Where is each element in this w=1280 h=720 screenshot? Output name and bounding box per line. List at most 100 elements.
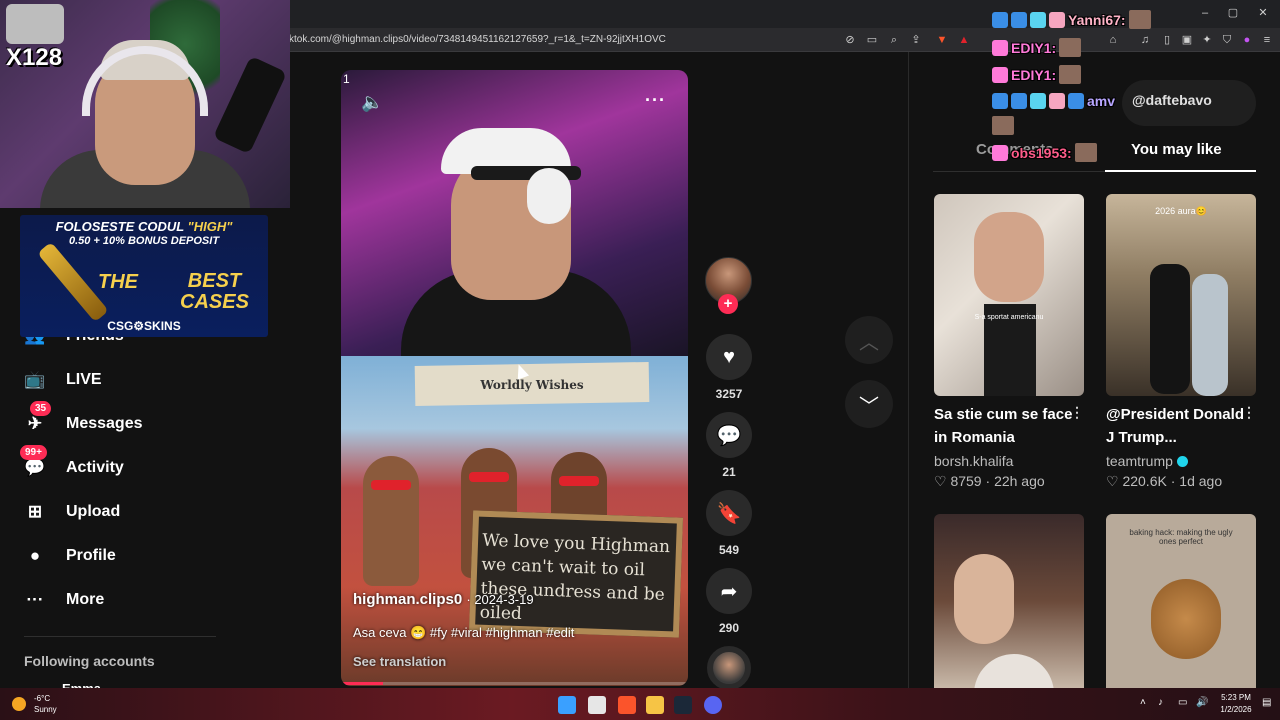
share-button[interactable]: ➦ xyxy=(706,568,752,614)
chat-emote xyxy=(992,116,1014,135)
following-account[interactable]: Emma xyxy=(62,681,101,688)
rewards-icon[interactable]: ▲ xyxy=(957,33,971,47)
weather-sun-icon[interactable] xyxy=(12,697,26,711)
chat-badge-icon xyxy=(1068,93,1084,109)
ad-banner[interactable]: FOLOSESTE CODUL "HIGH" 0.50 + 10% BONUS … xyxy=(20,215,268,337)
sidebar-item-messages[interactable]: ✈ 35 Messages xyxy=(22,401,143,439)
microphone xyxy=(212,55,288,155)
save-button[interactable]: 🔖 xyxy=(706,490,752,536)
profile-ext-icon[interactable]: ● xyxy=(1240,33,1254,47)
sidebar-item-label: Profile xyxy=(66,547,116,564)
video-author[interactable]: highman.clips0 · 2024-3-19 xyxy=(353,591,534,608)
volume-icon[interactable]: 🔈 xyxy=(361,92,383,113)
ad-best-cases: BEST CASES xyxy=(180,270,249,313)
see-translation-link[interactable]: See translation xyxy=(353,654,446,669)
next-video-button[interactable]: ﹀ xyxy=(845,380,893,428)
card-author[interactable]: teamtrump xyxy=(1106,453,1188,469)
start-icon[interactable] xyxy=(558,696,576,714)
video-headphones xyxy=(527,168,571,224)
notification-icon[interactable]: ▤ xyxy=(1262,697,1271,708)
windows-taskbar xyxy=(0,688,1280,720)
minimize-icon[interactable]: – xyxy=(1198,6,1212,20)
video-thumbnail[interactable]: S-a sportat americanu xyxy=(934,194,1084,396)
reader-icon[interactable]: ⊘ xyxy=(843,33,857,47)
brave-icon[interactable] xyxy=(618,696,636,714)
task-view-icon[interactable] xyxy=(588,696,606,714)
comment-count: 21 xyxy=(722,465,736,479)
chat-emote xyxy=(1059,38,1082,57)
card-author[interactable]: borsh.khalifa xyxy=(934,453,1013,469)
card-title[interactable]: @President Donald J Trump... xyxy=(1106,403,1256,449)
ad-the: THE xyxy=(98,271,138,293)
extension-icon[interactable]: ⌂ xyxy=(1106,33,1120,47)
steam-icon[interactable] xyxy=(674,696,692,714)
video-thumbnail[interactable]: 2026 aura😊 xyxy=(1106,194,1256,396)
file-explorer-icon[interactable] xyxy=(646,696,664,714)
clock-date[interactable]: 1/2/2026 xyxy=(1216,705,1256,714)
maximize-icon[interactable]: ▢ xyxy=(1226,6,1240,20)
thumb-cup xyxy=(974,654,1054,688)
wallet-icon[interactable]: ▣ xyxy=(1180,33,1194,47)
weather-temp: -6°C xyxy=(34,694,51,703)
menu-icon[interactable]: ≡ xyxy=(1260,33,1274,47)
sidebar-item-activity[interactable]: 💬 99+ Activity xyxy=(20,445,124,483)
thumb-caption: 2026 aura😊 xyxy=(1155,206,1207,216)
video-player[interactable]: Worldly Wishes We love you Highman we ca… xyxy=(341,70,688,686)
like-button[interactable]: ♥ xyxy=(706,334,752,380)
thumb-person xyxy=(1150,264,1190,394)
video-more-icon[interactable]: ··· xyxy=(645,90,666,111)
comment-button[interactable]: 💬 xyxy=(706,412,752,458)
discord-icon[interactable] xyxy=(704,696,722,714)
music-icon[interactable]: ♫ xyxy=(1138,33,1152,47)
sidebar-item-label: More xyxy=(66,591,105,608)
tray-network-icon[interactable]: ▭ xyxy=(1178,697,1187,708)
chat-message: amv xyxy=(992,93,1115,109)
tab-you-may-like[interactable]: You may like xyxy=(1131,141,1222,158)
chat-emote xyxy=(1128,10,1151,29)
chat-username: amv xyxy=(1087,93,1116,109)
card-title[interactable]: Sa stie cum se face in Romania xyxy=(934,403,1084,449)
sidebar-item-more[interactable]: ··· More xyxy=(22,585,105,615)
card-more-icon[interactable]: ⋮ xyxy=(1242,404,1256,421)
weather-desc: Sunny xyxy=(34,705,57,714)
brave-shield-icon[interactable]: ▼ xyxy=(935,33,949,47)
chat-badge-icon xyxy=(1049,11,1065,28)
sidebar-toggle-icon[interactable]: ▯ xyxy=(1160,33,1174,47)
share-arrow-icon: ➦ xyxy=(720,580,738,603)
sidebar-item-label: LIVE xyxy=(66,371,102,388)
zoom-icon[interactable]: ⌕ xyxy=(887,33,901,47)
video-man xyxy=(363,456,419,586)
card-more-icon[interactable]: ⋮ xyxy=(1070,404,1084,421)
sidebar-item-profile[interactable]: ● Profile xyxy=(22,541,116,571)
sidebar-item-upload[interactable]: ⊞ Upload xyxy=(22,497,120,527)
shield-icon[interactable]: ⛉ xyxy=(1220,33,1234,47)
red-glasses xyxy=(371,480,411,490)
puzzle-icon[interactable]: ✦ xyxy=(1200,33,1214,47)
chat-emote xyxy=(1074,143,1097,162)
cookie-image xyxy=(1151,579,1221,659)
streamer-webcam: X128 xyxy=(0,0,290,208)
heart-icon: ♥ xyxy=(723,345,735,368)
video-thumbnail[interactable]: baking hack: making the ugly ones perfec… xyxy=(1106,514,1256,688)
ad-logo: CSG⚙SKINS xyxy=(107,319,181,333)
music-disc-icon[interactable] xyxy=(707,646,751,690)
share-icon[interactable]: ⇪ xyxy=(909,33,923,47)
following-heading: Following accounts xyxy=(24,653,155,669)
previous-video-button[interactable]: ︿ xyxy=(845,316,893,364)
video-banner-text: Worldly Wishes xyxy=(480,378,584,392)
video-thumbnail[interactable] xyxy=(934,514,1084,688)
tray-chevron-icon[interactable]: ˄ xyxy=(1140,697,1146,708)
activity-badge: 99+ xyxy=(20,445,47,460)
card-meta: ♡ 8759 · 22h ago xyxy=(934,473,1045,489)
sidebar-item-live[interactable]: 📺 LIVE xyxy=(22,365,102,395)
save-count: 549 xyxy=(718,543,740,557)
active-tab-underline xyxy=(1105,170,1256,172)
clock-time[interactable]: 5:23 PM xyxy=(1216,693,1256,702)
screen-icon[interactable]: ▭ xyxy=(865,33,879,47)
tray-volume-icon[interactable]: 🔊 xyxy=(1196,697,1208,708)
url-text[interactable]: ktok.com/@highman.clips0/video/734814945… xyxy=(289,34,666,45)
tray-audio-icon[interactable]: ♪ xyxy=(1158,697,1163,708)
video-progress-track[interactable] xyxy=(341,682,688,685)
close-icon[interactable]: ✕ xyxy=(1256,6,1270,20)
follow-plus-icon[interactable]: + xyxy=(718,294,738,314)
